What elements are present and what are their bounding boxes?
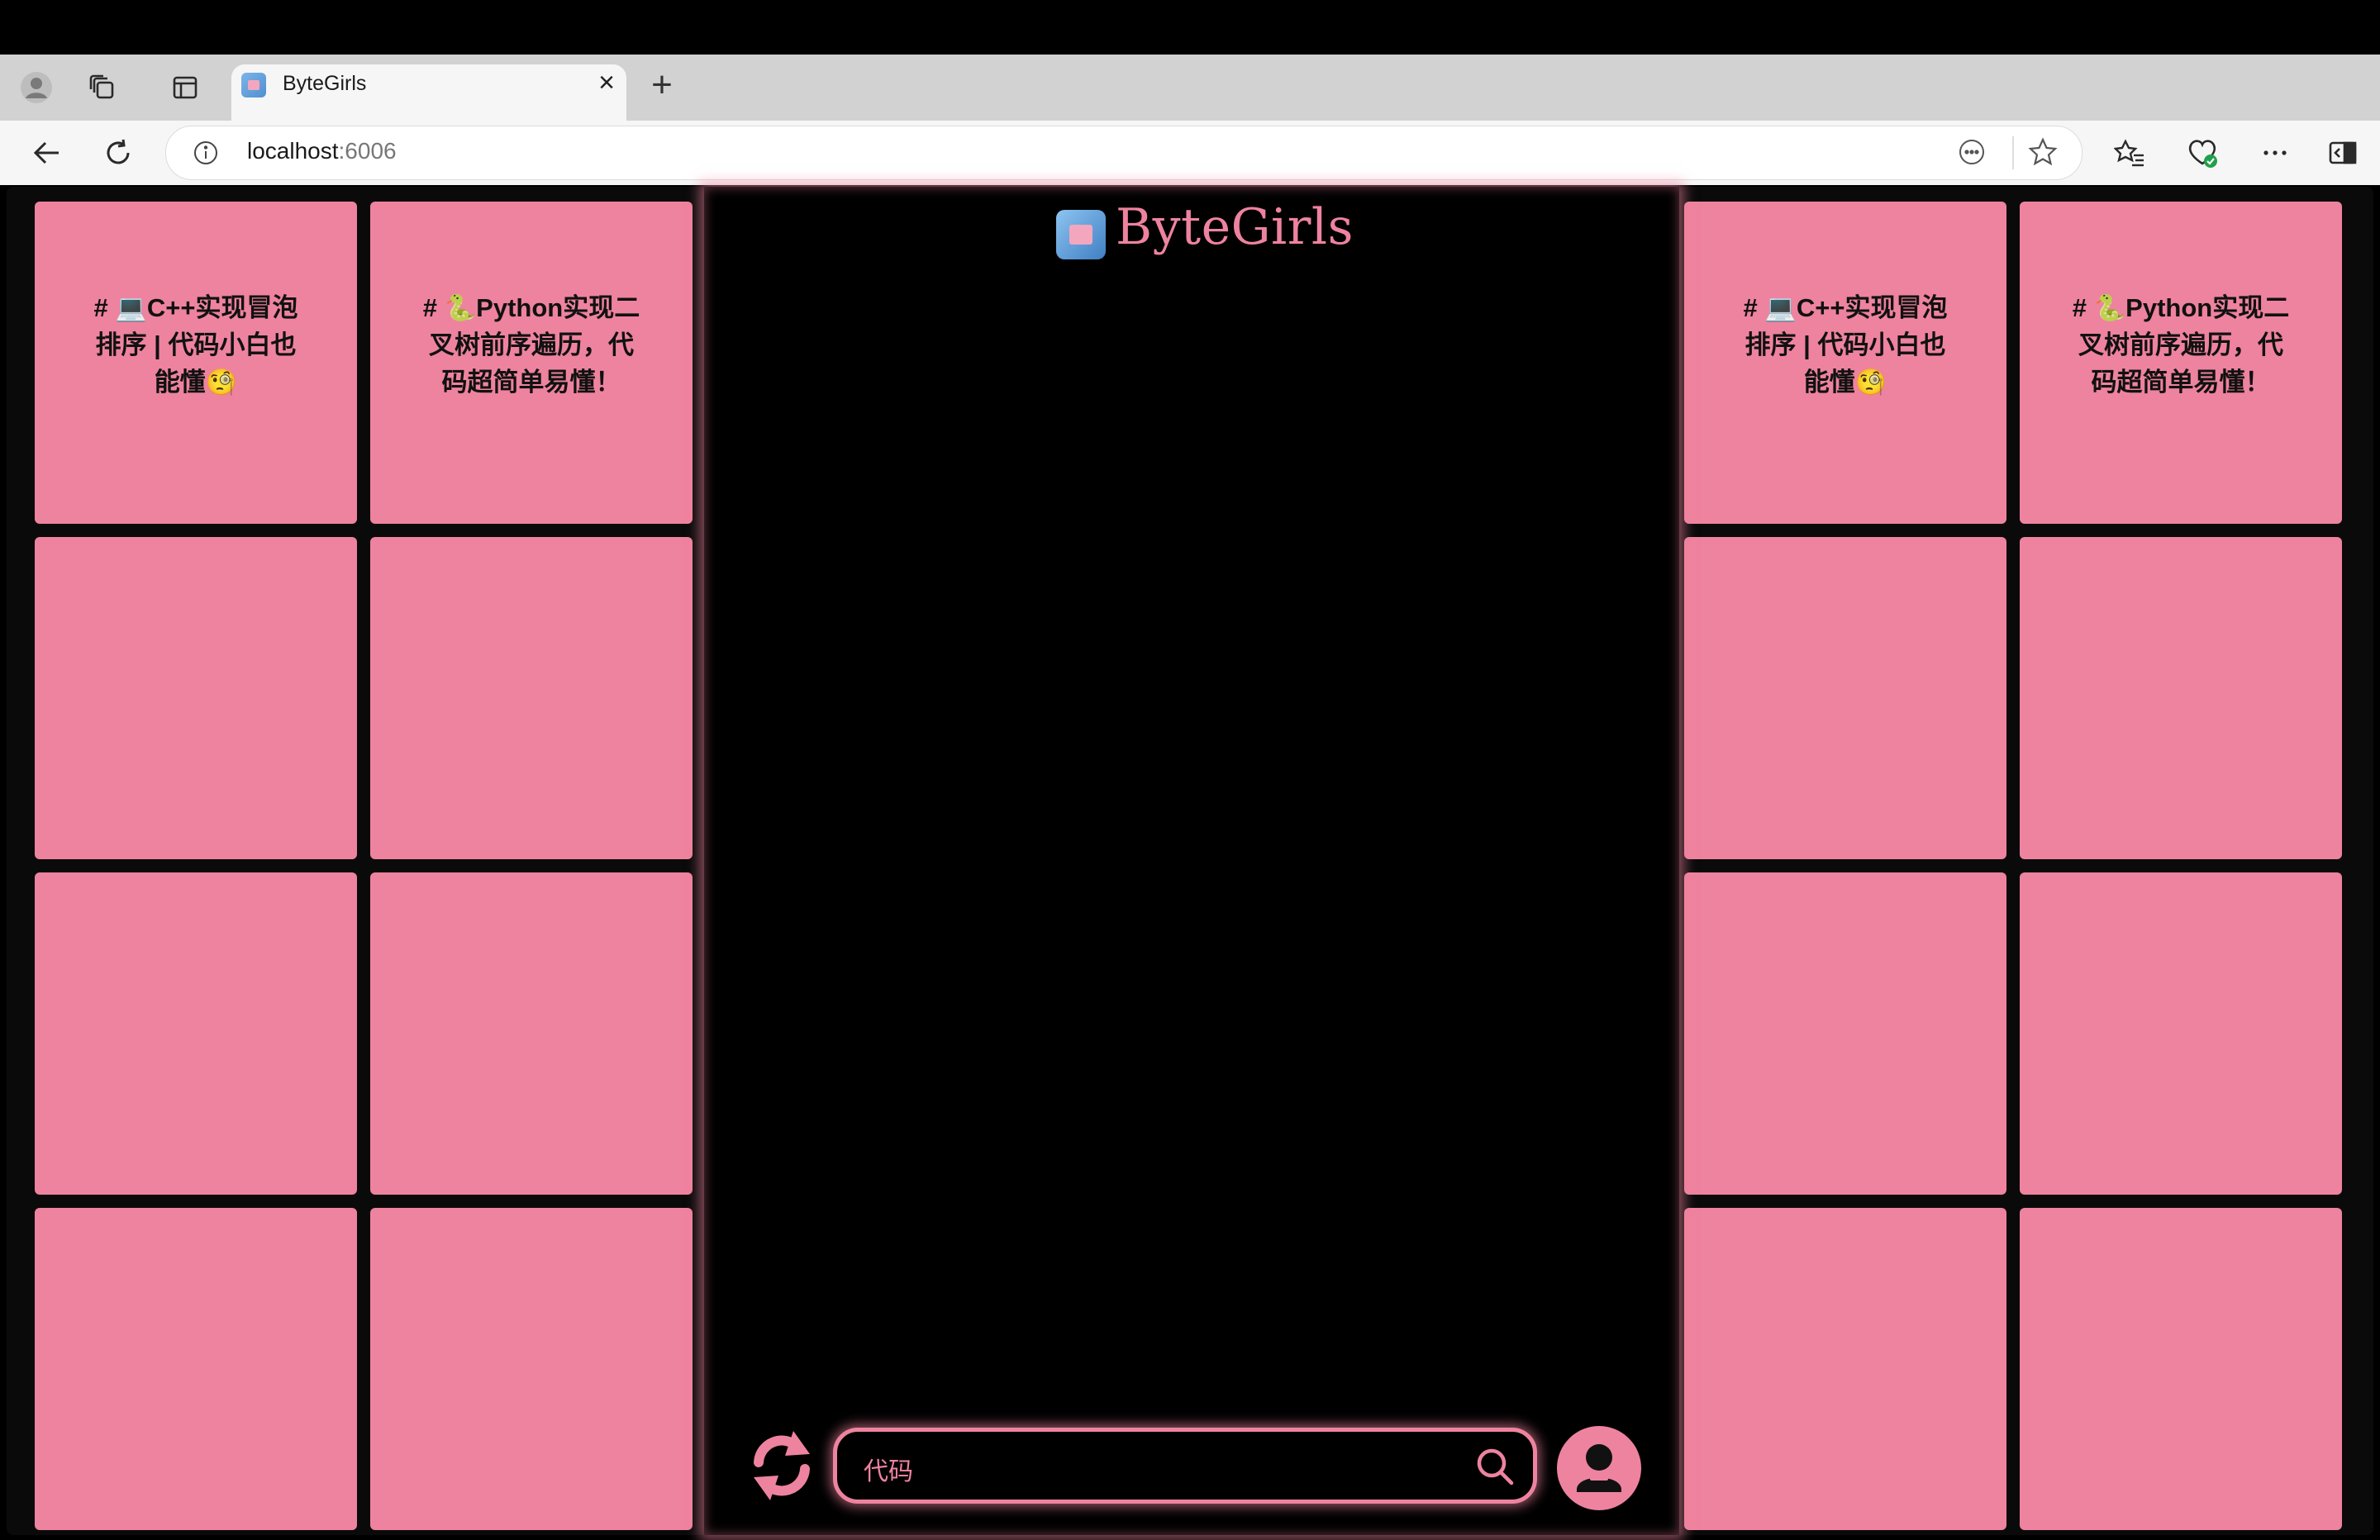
refresh-page-icon[interactable] <box>98 132 139 173</box>
post-tile[interactable]: # 💻C++实现冒泡排序 | 代码小白也能懂🧐 <box>35 202 357 524</box>
tab-title: ByteGirls <box>283 72 367 95</box>
post-tile[interactable]: # 🐍Python实现二叉树前序遍历，代码超简单易懂！ <box>370 202 693 524</box>
post-tile[interactable] <box>2020 537 2342 859</box>
post-tile[interactable] <box>35 537 357 859</box>
post-title: # 🐍Python实现二叉树前序遍历，代码超简单易懂！ <box>2072 293 2290 397</box>
favorites-icon[interactable] <box>2109 132 2150 173</box>
search-button[interactable] <box>1473 1445 1516 1488</box>
post-tile[interactable] <box>370 537 693 859</box>
collections-icon[interactable] <box>84 69 121 106</box>
tab-actions-icon[interactable] <box>167 69 203 106</box>
post-tile[interactable] <box>370 872 693 1195</box>
post-tile[interactable] <box>35 872 357 1195</box>
back-icon[interactable] <box>26 132 68 173</box>
user-icon <box>1577 1444 1621 1492</box>
post-tile[interactable]: # 🐍Python实现二叉树前序遍历，代码超简单易懂！ <box>2020 202 2342 524</box>
new-tab-button[interactable]: + <box>643 66 681 104</box>
favorite-star-icon[interactable] <box>2027 136 2059 172</box>
url-text: localhost:6006 <box>247 138 397 164</box>
close-tab-icon[interactable]: × <box>598 66 615 99</box>
site-info-icon[interactable] <box>193 140 219 170</box>
center-panel <box>704 187 1679 1535</box>
post-tile[interactable] <box>1684 1208 2006 1530</box>
user-avatar-button[interactable] <box>1557 1426 1641 1510</box>
site-logo-text: ByteGirls <box>1116 198 1354 256</box>
logo-icon <box>1056 210 1106 259</box>
search-bar <box>833 1428 1537 1504</box>
post-tile[interactable] <box>370 1208 693 1530</box>
refresh-icon <box>754 1431 810 1500</box>
post-title: # 💻C++实现冒泡排序 | 代码小白也能懂🧐 <box>93 293 298 397</box>
post-tile[interactable] <box>1684 537 2006 859</box>
profile-icon[interactable] <box>18 69 55 106</box>
reading-mode-icon[interactable] <box>1958 138 1986 170</box>
favicon-icon <box>241 73 266 97</box>
post-tile[interactable] <box>2020 872 2342 1195</box>
refresh-feed-button[interactable] <box>747 1426 816 1505</box>
browser-essentials-icon[interactable] <box>2182 132 2223 173</box>
post-tile[interactable] <box>2020 1208 2342 1530</box>
divider <box>2012 136 2014 169</box>
post-tile[interactable] <box>1684 872 2006 1195</box>
post-title: # 🐍Python实现二叉树前序遍历，代码超简单易懂！ <box>422 293 640 397</box>
sidebar-toggle-icon[interactable] <box>2322 132 2363 173</box>
more-options-icon[interactable] <box>2254 132 2296 173</box>
search-icon <box>1477 1448 1514 1485</box>
tab-bytegirls[interactable]: ByteGirls × <box>231 64 626 121</box>
address-bar[interactable]: localhost:6006 <box>165 126 2082 180</box>
post-title: # 💻C++实现冒泡排序 | 代码小白也能懂🧐 <box>1743 293 1948 397</box>
post-tile[interactable]: # 💻C++实现冒泡排序 | 代码小白也能懂🧐 <box>1684 202 2006 524</box>
post-tile[interactable] <box>35 1208 357 1530</box>
os-top-bar <box>0 0 2380 55</box>
search-input[interactable] <box>862 1452 1444 1486</box>
